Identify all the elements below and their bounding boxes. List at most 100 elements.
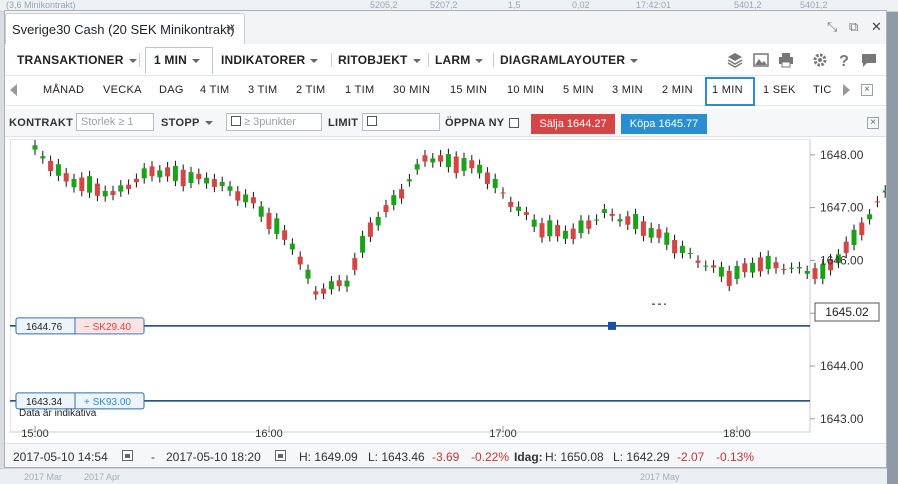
- close-icon[interactable]: ✕: [225, 21, 236, 37]
- menu-label: 1 MIN: [154, 53, 188, 67]
- candle-body: [695, 260, 701, 263]
- size-input[interactable]: Storlek ≥ 1: [76, 113, 154, 131]
- candle-body: [352, 258, 358, 270]
- candle-body: [633, 214, 639, 229]
- stop-checkbox[interactable]: [231, 116, 241, 126]
- candle-body: [391, 195, 397, 206]
- chevron-down-icon: [310, 58, 319, 63]
- layers-icon[interactable]: [727, 52, 743, 68]
- y-tick-label: 1644.00: [820, 359, 864, 373]
- sell-button[interactable]: Sälja 1644.27: [531, 114, 615, 134]
- chart-window: Sverige30 Cash (20 SEK Minikontrakt) ✕ ⤡…: [4, 10, 887, 468]
- x-tick-label: 15:00: [21, 428, 49, 440]
- period-manad[interactable]: MÅNAD: [43, 84, 84, 96]
- candle-body: [672, 240, 678, 254]
- period-tic[interactable]: TIC: [813, 84, 832, 96]
- bg-text: 17:42:01: [636, 0, 672, 10]
- close-period-bar-icon[interactable]: ×: [861, 84, 873, 96]
- candle-body: [266, 212, 272, 230]
- period-dag[interactable]: DAG: [159, 84, 184, 96]
- scroll-left-icon[interactable]: [10, 84, 17, 96]
- period-10min[interactable]: 10 MIN: [507, 84, 544, 96]
- candle-body: [594, 219, 600, 221]
- candle-body: [617, 219, 623, 222]
- limit-checkbox[interactable]: [367, 116, 377, 126]
- candle-body: [406, 179, 412, 182]
- svg-text:?: ?: [839, 53, 849, 68]
- comment-icon[interactable]: [861, 52, 877, 68]
- divider: [331, 53, 332, 67]
- bg-text: 5205,2: [370, 0, 398, 10]
- position-pnl-label: − SK29.40: [84, 322, 131, 333]
- close-window-icon[interactable]: ✕: [871, 19, 882, 35]
- image-icon[interactable]: [753, 52, 769, 68]
- limit-input[interactable]: [362, 113, 440, 131]
- candle-body: [430, 158, 436, 163]
- candle-body: [422, 155, 428, 162]
- buy-button[interactable]: Köpa 1645.77: [621, 114, 707, 134]
- price-chart[interactable]: 1643.001644.001645.001646.001647.001648.…: [10, 139, 886, 441]
- candle-body: [750, 262, 756, 273]
- candle-body: [172, 165, 178, 181]
- period-1tim[interactable]: 1 TIM: [345, 84, 374, 96]
- candle-body: [742, 263, 748, 273]
- current-price-label: 1645.02: [825, 305, 869, 319]
- collapse-icon[interactable]: ⤡: [827, 19, 837, 35]
- period-1sek[interactable]: 1 SEK: [763, 84, 796, 96]
- menu-diagramlayouter[interactable]: DIAGRAMLAYOUTER: [500, 53, 639, 67]
- menu-label: INDIKATORER: [221, 53, 306, 67]
- menu-transaktioner[interactable]: TRANSAKTIONER: [17, 53, 137, 67]
- candle-body: [601, 209, 607, 213]
- period-30min[interactable]: 30 MIN: [393, 84, 430, 96]
- candle-body: [516, 206, 522, 211]
- today-label: Idag:: [514, 450, 543, 464]
- open-new-checkbox[interactable]: [509, 118, 519, 128]
- period-2tim[interactable]: 2 TIM: [296, 84, 325, 96]
- period-3tim[interactable]: 3 TIM: [248, 84, 277, 96]
- period-vecka[interactable]: VECKA: [103, 84, 142, 96]
- calendar-icon[interactable]: [275, 450, 286, 461]
- period-5min[interactable]: 5 MIN: [563, 84, 594, 96]
- candle-body: [274, 218, 280, 234]
- bg-text: 1,5: [508, 0, 521, 10]
- candle-body: [703, 265, 709, 267]
- menu-ritobjekt[interactable]: RITOBJEKT: [338, 53, 421, 67]
- candle-body: [625, 216, 631, 225]
- candle-body: [445, 153, 451, 168]
- menu-indikatorer[interactable]: INDIKATORER: [221, 53, 319, 67]
- calendar-icon[interactable]: [122, 450, 133, 461]
- close-order-bar-icon[interactable]: ×: [867, 117, 879, 129]
- bg-text: 0,02: [572, 0, 590, 10]
- range-to: 2017-05-10 18:20: [166, 450, 261, 464]
- background-panel: [887, 12, 898, 484]
- candle-body: [656, 229, 662, 238]
- candle-body: [453, 156, 459, 174]
- candle-body: [469, 160, 475, 169]
- print-icon[interactable]: [778, 52, 794, 68]
- candle-body: [531, 219, 537, 227]
- stopp-dropdown[interactable]: STOPP: [161, 117, 213, 129]
- scroll-right-icon[interactable]: [843, 84, 850, 96]
- chevron-down-icon: [192, 58, 201, 63]
- stop-points-placeholder: ≥ 3punkter: [244, 116, 296, 128]
- menu-interval[interactable]: 1 MIN: [154, 53, 201, 67]
- popout-icon[interactable]: ⧉: [849, 19, 858, 35]
- candle-body: [882, 190, 886, 193]
- chart-canvas[interactable]: 1643.001644.001645.001646.001647.001648.…: [10, 139, 886, 441]
- gear-icon[interactable]: [812, 52, 828, 68]
- menu-larm[interactable]: LARM: [435, 53, 484, 67]
- order-marker[interactable]: [608, 321, 616, 330]
- candle-body: [180, 169, 186, 187]
- stop-points-input[interactable]: ≥ 3punkter: [226, 113, 322, 131]
- candle-body: [570, 228, 576, 239]
- help-icon[interactable]: ?: [836, 52, 852, 68]
- candle-body: [773, 262, 779, 269]
- y-ticks: 1643.001644.001645.001646.001647.001648.…: [810, 148, 864, 426]
- period-15min[interactable]: 15 MIN: [450, 84, 487, 96]
- period-1min[interactable]: 1 MIN: [712, 84, 743, 96]
- window-tab[interactable]: Sverige30 Cash (20 SEK Minikontrakt) ✕: [5, 13, 245, 44]
- candle-body: [484, 172, 490, 184]
- period-2min[interactable]: 2 MIN: [662, 84, 693, 96]
- period-4tim[interactable]: 4 TIM: [200, 84, 229, 96]
- period-3min[interactable]: 3 MIN: [612, 84, 643, 96]
